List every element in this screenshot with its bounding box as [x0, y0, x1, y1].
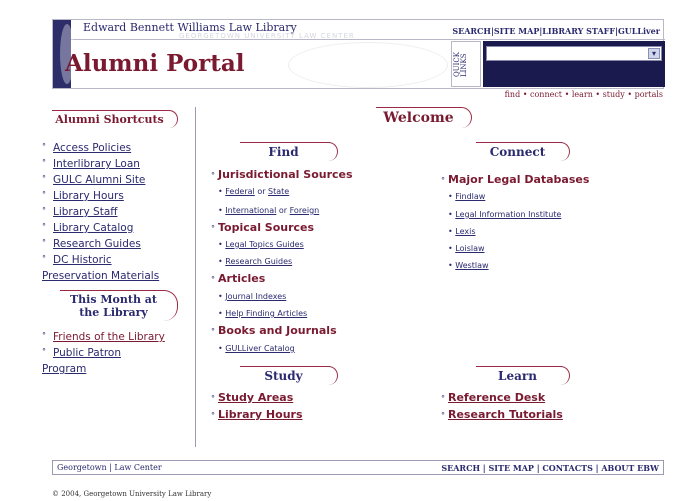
- bullet-icon: °: [42, 142, 46, 151]
- link-preservation-materials[interactable]: Preservation Materials: [42, 270, 159, 282]
- study-heading: Study: [240, 366, 338, 385]
- header-frame: Edward Bennett Williams Law Library GEOR…: [52, 19, 665, 89]
- link-westlaw[interactable]: Westlaw: [455, 261, 488, 270]
- link-findlaw[interactable]: Findlaw: [455, 192, 485, 201]
- bullet-icon: •: [448, 227, 453, 236]
- link-journal-indexes[interactable]: Journal Indexes: [225, 292, 286, 301]
- copyright-text: © 2004, Georgetown University Law Librar…: [52, 490, 212, 498]
- bullet-icon: °: [211, 327, 215, 336]
- alumni-shortcuts-heading: Alumni Shortcuts: [52, 110, 178, 128]
- bullet-icon: •: [218, 257, 223, 266]
- find-heading: Find: [240, 142, 338, 161]
- nav-library-staff[interactable]: LIBRARY STAFF: [542, 26, 615, 36]
- link-help-finding-articles[interactable]: Help Finding Articles: [225, 309, 307, 318]
- bullet-icon: •: [218, 187, 223, 196]
- or-text: or: [278, 206, 288, 215]
- link-lexis[interactable]: Lexis: [455, 227, 475, 236]
- footer-nav[interactable]: SEARCH | SITE MAP | CONTACTS | ABOUT EBW: [441, 463, 659, 473]
- quick-links-select[interactable]: ▾: [486, 46, 662, 61]
- bullet-icon: °: [42, 331, 46, 340]
- link-access-policies[interactable]: Access Policies: [53, 142, 131, 154]
- books-journals-heading: Books and Journals: [218, 324, 337, 337]
- link-gulliver-catalog[interactable]: GULLiver Catalog: [225, 344, 294, 353]
- articles-heading: Articles: [218, 272, 266, 285]
- welcome-heading: Welcome: [376, 107, 472, 128]
- column-divider: [195, 107, 196, 447]
- link-reference-desk[interactable]: Reference Desk: [448, 391, 545, 404]
- footer-bar: Georgetown | Law Center SEARCH | SITE MA…: [52, 460, 664, 475]
- link-friends-of-library[interactable]: Friends of the Library: [53, 331, 165, 343]
- quick-links-panel: ▾: [483, 41, 665, 87]
- link-federal[interactable]: Federal: [225, 187, 255, 196]
- link-legal-topics-guides[interactable]: Legal Topics Guides: [225, 240, 303, 249]
- link-international[interactable]: International: [225, 206, 276, 215]
- link-research-tutorials[interactable]: Research Tutorials: [448, 408, 563, 421]
- bullet-icon: °: [42, 347, 46, 356]
- bullet-icon: °: [441, 411, 445, 420]
- bullet-icon: °: [211, 171, 215, 180]
- link-dc-historic[interactable]: DC Historic: [53, 254, 112, 266]
- bullet-icon: °: [42, 222, 46, 231]
- link-library-staff[interactable]: Library Staff: [53, 206, 118, 218]
- link-public-patron[interactable]: Public Patron: [53, 347, 121, 359]
- bullet-icon: •: [218, 344, 223, 353]
- bullet-icon: •: [218, 206, 223, 215]
- link-research-guides-main[interactable]: Research Guides: [225, 257, 292, 266]
- link-interlibrary-loan[interactable]: Interlibrary Loan: [53, 158, 140, 170]
- link-library-catalog[interactable]: Library Catalog: [53, 222, 133, 234]
- bullet-icon: °: [211, 411, 215, 420]
- link-gulc-alumni-site[interactable]: GULC Alumni Site: [53, 174, 145, 186]
- quick-links-label: QUICK LINKS: [453, 52, 468, 78]
- link-state[interactable]: State: [268, 187, 289, 196]
- major-legal-databases-heading: Major Legal Databases: [448, 173, 590, 186]
- connect-heading: Connect: [476, 142, 570, 161]
- topical-sources-heading: Topical Sources: [218, 221, 315, 234]
- bullet-icon: °: [441, 176, 445, 185]
- bullet-icon: °: [211, 275, 215, 284]
- bullet-icon: •: [218, 240, 223, 249]
- bullet-icon: °: [211, 394, 215, 403]
- nav-search[interactable]: SEARCH: [452, 26, 491, 36]
- bullet-icon: °: [42, 254, 46, 263]
- learn-heading: Learn: [476, 366, 570, 385]
- bullet-icon: °: [42, 158, 46, 167]
- bullet-icon: •: [218, 292, 223, 301]
- bullet-icon: °: [42, 174, 46, 183]
- top-nav: SEARCH|SITE MAP|LIBRARY STAFF|GULLiver: [452, 26, 660, 36]
- library-subtitle: GEORGETOWN UNIVERSITY LAW CENTER: [179, 32, 355, 40]
- or-text: or: [257, 187, 266, 196]
- seal-watermark: [288, 42, 448, 88]
- bullet-icon: °: [42, 206, 46, 215]
- nav-site-map[interactable]: SITE MAP: [494, 26, 539, 36]
- link-program[interactable]: Program: [42, 363, 86, 375]
- link-legal-information-institute[interactable]: Legal Information Institute: [455, 210, 561, 219]
- bullet-icon: °: [441, 394, 445, 403]
- this-month-heading: This Month at the Library: [60, 290, 178, 321]
- nav-gulliver[interactable]: GULLiver: [618, 26, 660, 36]
- bullet-icon: •: [448, 210, 453, 219]
- tagline: find • connect • learn • study • portals: [504, 90, 663, 99]
- link-study-areas[interactable]: Study Areas: [218, 391, 293, 404]
- chevron-down-icon[interactable]: ▾: [648, 48, 660, 59]
- bullet-icon: •: [448, 261, 453, 270]
- link-foreign[interactable]: Foreign: [290, 206, 320, 215]
- link-loislaw[interactable]: Loislaw: [455, 244, 484, 253]
- link-library-hours[interactable]: Library Hours: [53, 190, 124, 202]
- bullet-icon: •: [448, 244, 453, 253]
- quick-links-label-box: QUICK LINKS: [451, 41, 481, 87]
- bullet-icon: °: [42, 238, 46, 247]
- link-research-guides[interactable]: Research Guides: [53, 238, 141, 250]
- bullet-icon: •: [448, 192, 453, 201]
- bullet-icon: •: [218, 309, 223, 318]
- jurisdictional-sources-heading: Jurisdictional Sources: [218, 168, 353, 181]
- page-title: Alumni Portal: [65, 50, 245, 77]
- bullet-icon: °: [211, 224, 215, 233]
- bullet-icon: °: [42, 190, 46, 199]
- footer-georgetown-link[interactable]: Georgetown | Law Center: [57, 463, 162, 472]
- link-library-hours-main[interactable]: Library Hours: [218, 408, 303, 421]
